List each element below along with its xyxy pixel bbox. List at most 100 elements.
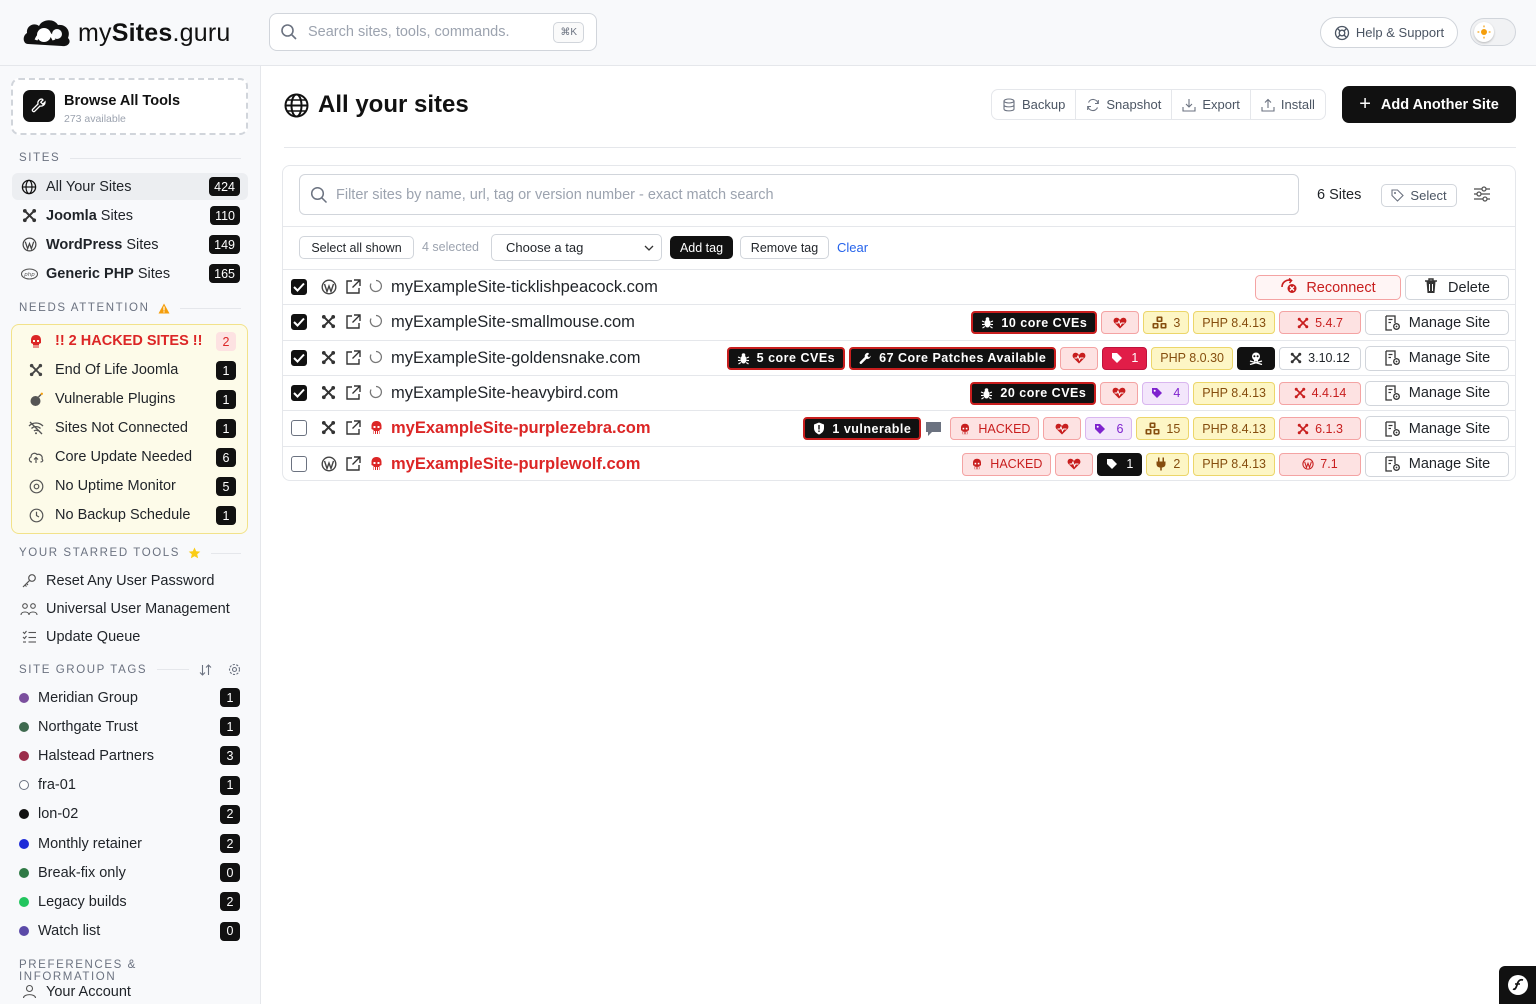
manage-site-button[interactable]: Manage Site <box>1365 451 1509 477</box>
clear-link[interactable]: Clear <box>837 240 868 255</box>
attention-hacked-sites[interactable]: !! 2 HACKED SITES !! 2 <box>20 328 240 354</box>
external-link-icon[interactable] <box>344 384 362 405</box>
site-name[interactable]: myExampleSite-ticklishpeacock.com <box>391 278 658 297</box>
sidebar-item-php-sites[interactable]: php Generic PHP Sites 165 <box>12 260 248 287</box>
attention-no-uptime[interactable]: No Uptime Monitor 5 <box>20 473 240 499</box>
uptime-badge[interactable] <box>1101 311 1140 335</box>
cms-version-badge[interactable]: 5.4.7 <box>1279 311 1361 335</box>
site-checkbox[interactable] <box>291 420 307 437</box>
cms-version-badge[interactable]: 7.1 <box>1279 452 1361 476</box>
hacked-badge[interactable]: HACKED <box>962 452 1052 476</box>
manage-site-button[interactable]: Manage Site <box>1365 345 1509 371</box>
sidebar-item-wordpress-sites[interactable]: WordPress Sites 149 <box>12 231 248 258</box>
tags-badge[interactable]: 1 <box>1102 346 1148 370</box>
external-link-icon[interactable] <box>344 349 362 370</box>
site-checkbox[interactable] <box>291 279 307 295</box>
extensions-badge[interactable]: 15 <box>1136 417 1190 441</box>
site-name[interactable]: myExampleSite-goldensnake.com <box>391 349 640 368</box>
brand-logo[interactable]: mySites.guru <box>22 15 230 51</box>
browse-all-tools[interactable]: Browse All Tools 273 available <box>11 78 248 135</box>
export-button[interactable]: Export <box>1172 90 1251 119</box>
starred-tool-user-management[interactable]: Universal User Management <box>12 595 248 622</box>
snapshot-button[interactable]: Snapshot <box>1076 90 1173 119</box>
tag-item[interactable]: Monthly retainer 2 <box>12 830 248 857</box>
debug-toolbar-toggle[interactable] <box>1499 966 1536 1004</box>
vulnerable-badge[interactable]: 1 vulnerable <box>803 417 922 441</box>
global-search-input[interactable] <box>308 24 548 40</box>
site-checkbox[interactable] <box>291 349 307 366</box>
attention-eol-joomla[interactable]: End Of Life Joomla 1 <box>20 357 240 383</box>
extensions-badge[interactable]: 2 <box>1146 452 1190 476</box>
reconnect-button[interactable]: Reconnect <box>1255 275 1401 300</box>
theme-toggle[interactable] <box>1470 18 1516 46</box>
tag-item[interactable]: Watch list 0 <box>12 918 248 945</box>
starred-tool-reset-password[interactable]: Reset Any User Password <box>12 567 248 594</box>
extensions-badge[interactable]: 3 <box>1143 311 1190 335</box>
cve-badge[interactable]: 5 core CVEs <box>726 346 846 370</box>
site-name[interactable]: myExampleSite-heavybird.com <box>391 384 618 403</box>
attention-core-update[interactable]: Core Update Needed 6 <box>20 444 240 470</box>
help-support-button[interactable]: Help & Support <box>1320 17 1458 48</box>
starred-tool-update-queue[interactable]: Update Queue <box>12 623 248 650</box>
site-name[interactable]: myExampleSite-purplewolf.com <box>391 455 640 474</box>
tag-item[interactable]: Meridian Group 1 <box>12 684 248 711</box>
backup-button[interactable]: Backup <box>992 90 1077 119</box>
attention-no-backup[interactable]: No Backup Schedule 1 <box>20 502 240 528</box>
site-checkbox[interactable] <box>291 455 307 472</box>
uptime-badge[interactable] <box>1100 381 1139 405</box>
manage-site-button[interactable]: Manage Site <box>1365 310 1509 336</box>
external-link-icon[interactable] <box>344 313 362 334</box>
site-name[interactable]: myExampleSite-purplezebra.com <box>391 419 651 438</box>
tag-item[interactable]: fra-01 1 <box>12 772 248 799</box>
attention-not-connected[interactable]: Sites Not Connected 1 <box>20 415 240 441</box>
site-checkbox[interactable] <box>291 384 307 401</box>
tags-badge[interactable]: 4 <box>1142 381 1190 405</box>
php-version-badge[interactable]: PHP 8.4.13 <box>1193 452 1275 476</box>
tag-item[interactable]: Northgate Trust 1 <box>12 713 248 740</box>
cve-badge[interactable]: 10 core CVEs <box>971 311 1098 335</box>
comment-icon[interactable] <box>925 417 946 440</box>
php-version-badge[interactable]: PHP 8.0.30 <box>1151 346 1233 370</box>
select-all-shown-button[interactable]: Select all shown <box>299 236 414 259</box>
sort-icon[interactable] <box>199 663 212 676</box>
uptime-badge[interactable] <box>1055 452 1094 476</box>
cms-version-badge[interactable]: 6.1.3 <box>1279 417 1361 441</box>
cms-version-badge[interactable]: 4.4.14 <box>1279 381 1361 405</box>
php-version-badge[interactable]: PHP 8.4.13 <box>1193 417 1275 441</box>
tag-item[interactable]: Halstead Partners 3 <box>12 742 248 769</box>
php-version-badge[interactable]: PHP 8.4.13 <box>1193 311 1275 335</box>
add-site-button[interactable]: + Add Another Site <box>1342 86 1516 123</box>
external-link-icon[interactable] <box>344 278 362 299</box>
global-search[interactable]: ⌘K <box>269 13 597 51</box>
tag-item[interactable]: Break-fix only 0 <box>12 859 248 886</box>
filter-box[interactable] <box>299 174 1299 215</box>
filter-input[interactable] <box>336 186 1236 203</box>
tag-item[interactable]: Legacy builds 2 <box>12 888 248 915</box>
uptime-badge[interactable] <box>1043 417 1082 441</box>
cms-version-badge[interactable]: 3.10.12 <box>1279 346 1361 370</box>
tags-badge[interactable]: 6 <box>1085 417 1133 441</box>
external-link-icon[interactable] <box>344 419 362 440</box>
sliders-icon[interactable] <box>1473 185 1491 203</box>
php-version-badge[interactable]: PHP 8.4.13 <box>1193 381 1275 405</box>
site-checkbox[interactable] <box>291 314 307 331</box>
add-tag-button[interactable]: Add tag <box>670 236 733 259</box>
patches-badge[interactable]: 67 Core Patches Available <box>849 346 1057 370</box>
select-button[interactable]: Select <box>1381 184 1457 207</box>
tag-item[interactable]: lon-02 2 <box>12 801 248 828</box>
sidebar-item-joomla-sites[interactable]: Joomla Sites 110 <box>12 202 248 229</box>
sidebar-item-your-account[interactable]: Your Account <box>12 978 248 1004</box>
external-link-icon[interactable] <box>344 455 362 476</box>
tags-badge[interactable]: 1 <box>1097 452 1143 476</box>
sidebar-item-all-sites[interactable]: All Your Sites 424 <box>12 173 248 200</box>
manage-site-button[interactable]: Manage Site <box>1365 380 1509 406</box>
site-name[interactable]: myExampleSite-smallmouse.com <box>391 313 635 332</box>
manage-site-button[interactable]: Manage Site <box>1365 416 1509 442</box>
tag-select[interactable]: Choose a tag <box>491 234 662 261</box>
delete-button[interactable]: Delete <box>1405 275 1509 300</box>
install-button[interactable]: Install <box>1251 90 1325 119</box>
uptime-badge[interactable] <box>1060 346 1099 370</box>
cve-badge[interactable]: 20 core CVEs <box>970 381 1097 405</box>
gear-icon[interactable] <box>228 663 241 676</box>
remove-tag-button[interactable]: Remove tag <box>740 236 829 259</box>
